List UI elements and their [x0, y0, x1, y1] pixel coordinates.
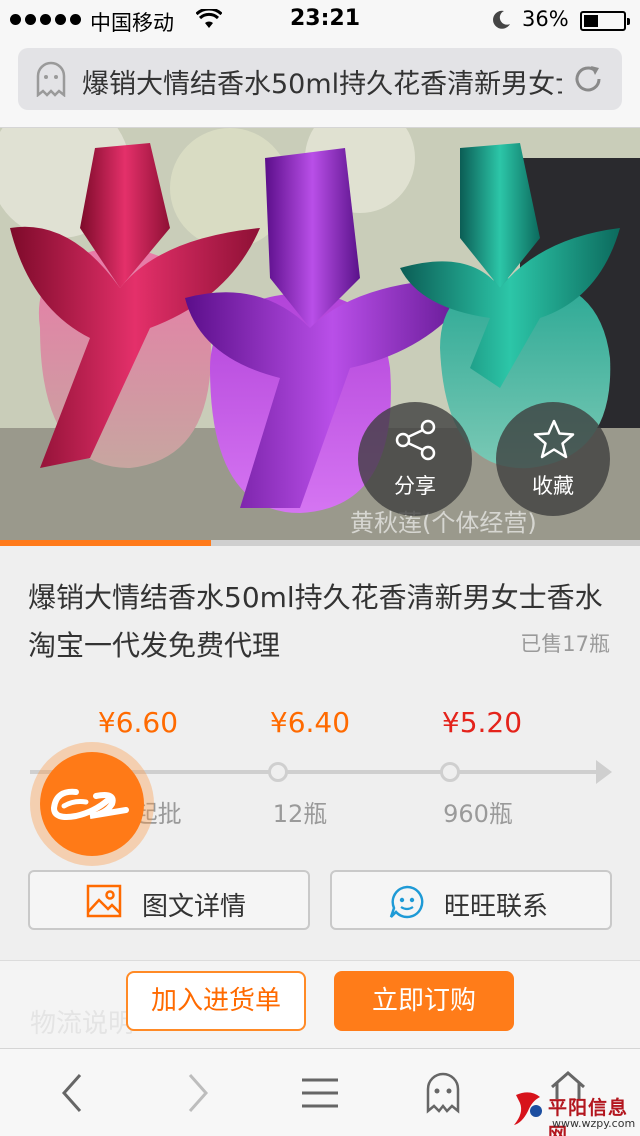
- tier-quantity-2: 12瓶: [272, 800, 328, 828]
- sold-count: 已售17瓶: [520, 632, 610, 656]
- tier-price-2: ¥6.40: [269, 706, 351, 739]
- share-button[interactable]: 分享: [358, 402, 472, 516]
- alibaba-floating-button[interactable]: [30, 742, 154, 866]
- wangwang-contact-button[interactable]: 旺旺联系: [330, 870, 612, 930]
- site-url: www.wzpy.com: [552, 1117, 636, 1130]
- menu-icon[interactable]: [300, 1071, 340, 1115]
- tier-price-3: ¥5.20: [441, 706, 523, 739]
- battery-percentage: 36%: [522, 7, 569, 31]
- wangwang-button-label: 旺旺联系: [444, 892, 549, 922]
- share-icon: [395, 419, 436, 461]
- tier-marker-2: [268, 762, 288, 782]
- signal-strength-icon: [10, 14, 81, 25]
- address-bar[interactable]: 爆销大情结香水50ml持久花香清新男女士香水淘宝一代发免费代理: [18, 48, 622, 110]
- forward-icon[interactable]: [182, 1071, 212, 1115]
- detail-button-label: 图文详情: [142, 892, 247, 922]
- site-logo-icon: [514, 1092, 542, 1125]
- ghost-tabs-icon[interactable]: [424, 1071, 462, 1115]
- do-not-disturb-moon-icon: [493, 10, 510, 29]
- browser-toolbar: 爆销大情结香水50ml持久花香清新男女士香水淘宝一代发免费代理: [0, 40, 640, 128]
- favorite-label: 收藏: [532, 474, 574, 498]
- alibaba-logo-icon: [50, 788, 129, 820]
- wifi-icon: [196, 9, 222, 28]
- picture-icon: [86, 884, 122, 918]
- tier-quantity-3: 960瓶: [443, 800, 513, 828]
- site-watermark-logo: 平阳信息网 www.wzpy.com: [508, 1089, 638, 1136]
- wangwang-chat-icon: [389, 885, 424, 919]
- faded-background-text: 物流说明: [30, 1009, 135, 1039]
- battery-icon: [580, 11, 630, 31]
- browser-bottom-toolbar: 平阳信息网 www.wzpy.com: [0, 1048, 640, 1136]
- ghost-icon[interactable]: [34, 61, 68, 97]
- page-title-in-address-bar[interactable]: 爆销大情结香水50ml持久花香清新男女士香水淘宝一代发免费代理: [82, 62, 562, 101]
- clock: 23:21: [290, 6, 361, 31]
- product-image-carousel[interactable]: 黄秋莲(个体经营) 分享 收藏: [0, 128, 640, 540]
- back-icon[interactable]: [58, 1071, 88, 1115]
- scale-arrow-icon: [596, 760, 612, 784]
- favorite-button[interactable]: 收藏: [496, 402, 610, 516]
- tier-marker-3: [440, 762, 460, 782]
- image-text-detail-button[interactable]: 图文详情: [28, 870, 310, 930]
- share-label: 分享: [394, 474, 436, 498]
- buy-now-button[interactable]: 立即订购: [334, 971, 514, 1031]
- tier-price-1: ¥6.60: [97, 706, 179, 739]
- status-bar: 中国移动 23:21 36%: [0, 0, 640, 40]
- carrier-name: 中国移动: [90, 11, 174, 35]
- star-icon: [533, 419, 575, 459]
- product-info-section: 爆销大情结香水50ml持久花香清新男女士香水淘宝一代发免费代理 已售17瓶 ¥6…: [0, 546, 640, 960]
- add-to-cart-button[interactable]: 加入进货单: [126, 971, 306, 1031]
- reload-icon[interactable]: [570, 61, 606, 97]
- purchase-action-bar: 物流说明 加入进货单 立即订购: [0, 960, 640, 1048]
